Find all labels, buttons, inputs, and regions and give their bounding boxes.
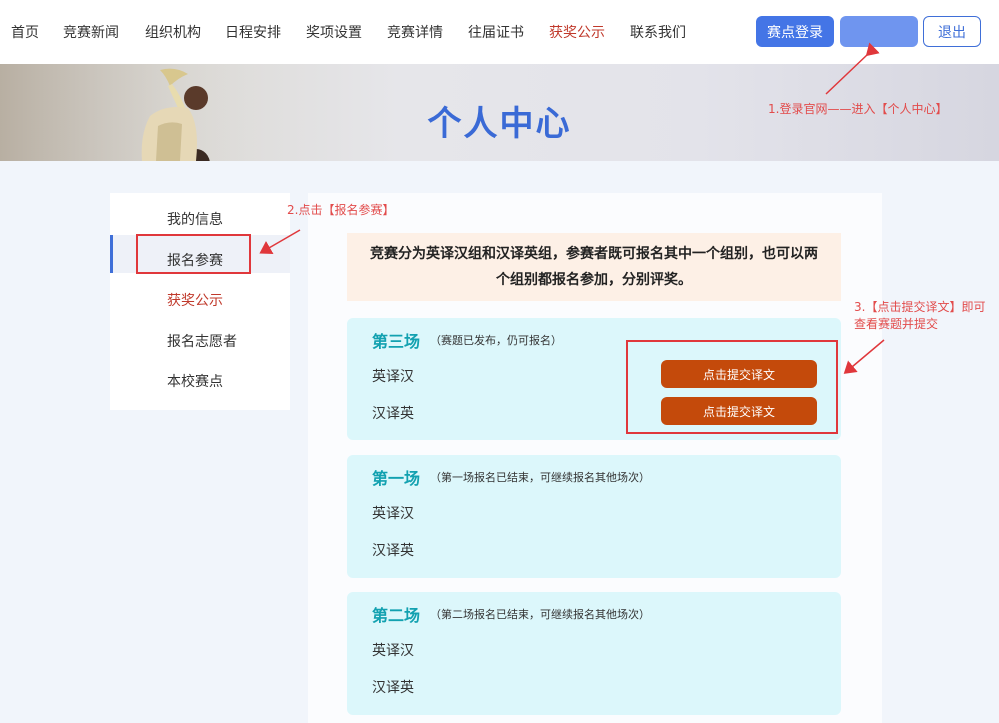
sidebar-item-winners[interactable]: 获奖公示 xyxy=(167,290,223,310)
nav-item-winners[interactable]: 获奖公示 xyxy=(549,22,605,42)
nav-item-details[interactable]: 竞赛详情 xyxy=(387,22,443,42)
annotation-highlight-register xyxy=(136,234,251,274)
nav-item-contact[interactable]: 联系我们 xyxy=(630,22,686,42)
session-row-zh-to-en: 汉译英 xyxy=(372,543,414,559)
user-account-button[interactable] xyxy=(840,16,918,47)
sidebar-item-volunteer[interactable]: 报名志愿者 xyxy=(167,331,237,351)
nav-item-home[interactable]: 首页 xyxy=(11,22,39,42)
nav-item-schedule[interactable]: 日程安排 xyxy=(225,22,281,42)
annotation-step3-line1: 3.【点击提交译文】即可 xyxy=(854,300,986,314)
session-row-en-to-zh: 英译汉 xyxy=(372,369,414,385)
session-row-en-to-zh: 英译汉 xyxy=(372,506,414,522)
top-navigation-bar: 首页 竞赛新闻 组织机构 日程安排 奖项设置 竞赛详情 往届证书 获奖公示 联系… xyxy=(0,0,999,64)
session-title: 第二场 xyxy=(372,606,421,625)
session-status-note: （第一场报名已结束，可继续报名其他场次） xyxy=(430,471,650,484)
session-row-en-to-zh: 英译汉 xyxy=(372,643,414,659)
nav-item-awards[interactable]: 奖项设置 xyxy=(306,22,362,42)
session-card-first: 第一场 （第一场报名已结束，可继续报名其他场次） 英译汉 汉译英 xyxy=(347,455,841,578)
session-card-second: 第二场 （第二场报名已结束，可继续报名其他场次） 英译汉 汉译英 xyxy=(347,592,841,715)
competition-notice: 竞赛分为英译汉组和汉译英组，参赛者既可报名其中一个组别，也可以两个组别都报名参加… xyxy=(347,233,841,301)
login-button[interactable]: 赛点登录 xyxy=(756,16,834,47)
annotation-highlight-submit xyxy=(626,340,838,434)
session-status-note: （赛题已发布，仍可报名） xyxy=(430,334,562,347)
annotation-step1: 1.登录官网——进入【个人中心】 xyxy=(768,102,948,116)
nav-item-news[interactable]: 竞赛新闻 xyxy=(63,22,119,42)
sidebar-item-school-site[interactable]: 本校赛点 xyxy=(167,371,223,391)
session-status-note: （第二场报名已结束，可继续报名其他场次） xyxy=(430,608,650,621)
sidebar-menu: 我的信息 报名参赛 获奖公示 报名志愿者 本校赛点 xyxy=(110,193,290,410)
session-row-zh-to-en: 汉译英 xyxy=(372,406,414,422)
session-title: 第一场 xyxy=(372,469,421,488)
nav-item-organization[interactable]: 组织机构 xyxy=(145,22,201,42)
session-row-zh-to-en: 汉译英 xyxy=(372,680,414,696)
sidebar-active-indicator xyxy=(110,235,113,273)
session-title: 第三场 xyxy=(372,332,421,351)
sidebar-item-my-info[interactable]: 我的信息 xyxy=(167,209,223,229)
annotation-step2: 2.点击【报名参赛】 xyxy=(287,203,395,217)
logout-button[interactable]: 退出 xyxy=(923,16,981,47)
annotation-step3-line2: 查看赛题并提交 xyxy=(854,317,939,331)
nav-item-certificates[interactable]: 往届证书 xyxy=(468,22,524,42)
